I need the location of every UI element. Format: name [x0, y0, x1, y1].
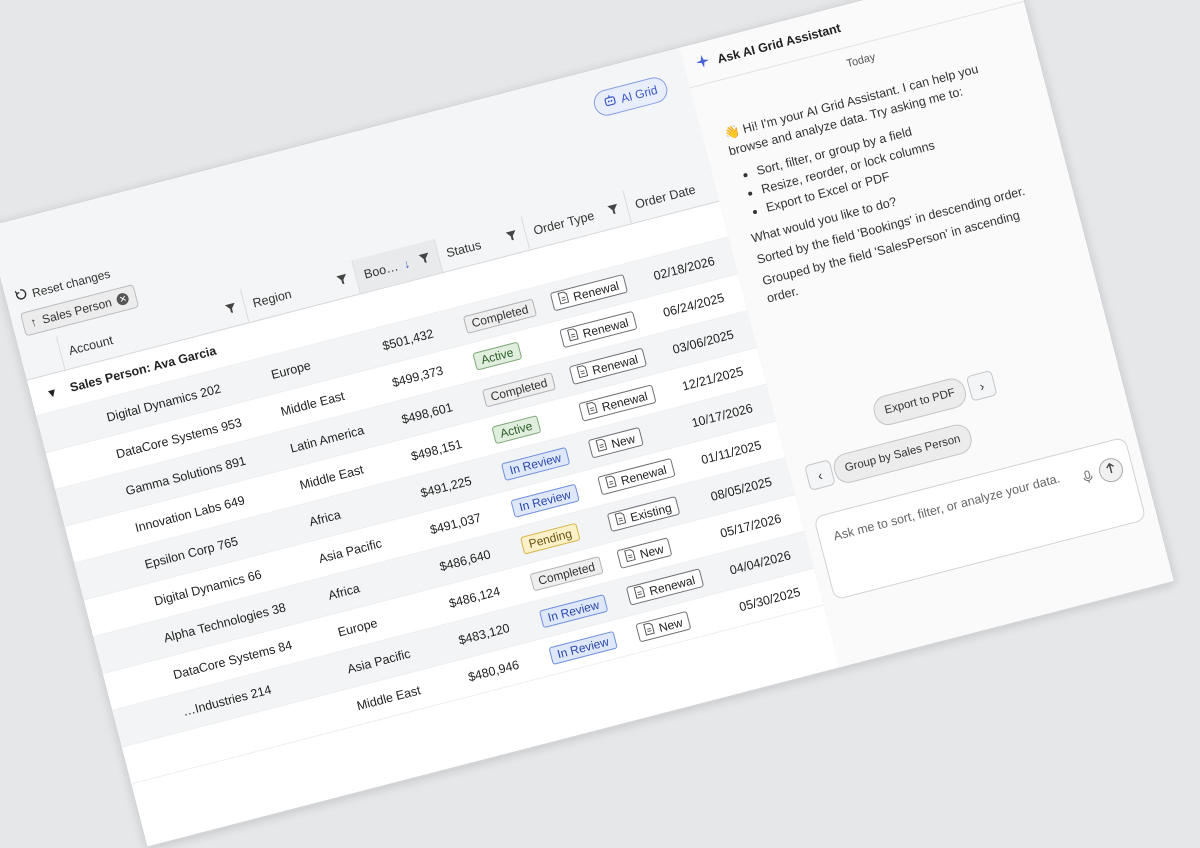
order-type-label: Renewal — [647, 572, 697, 598]
status-badge: Active — [472, 341, 522, 371]
order-type-label: Renewal — [590, 351, 640, 378]
document-icon — [643, 622, 656, 639]
order-type-badge: New — [635, 610, 692, 643]
document-icon — [614, 511, 627, 528]
status-badge: Pending — [519, 522, 581, 555]
ai-grid-button[interactable]: AI Grid — [590, 74, 671, 119]
status-badge: Active — [491, 414, 541, 444]
document-icon — [605, 475, 618, 492]
status-badge: In Review — [548, 630, 618, 665]
sparkle-icon — [694, 53, 712, 73]
app-window: AI Grid Reset changes ↑ Sales Person ✕ A… — [0, 0, 1175, 848]
order-type-badge: New — [616, 537, 673, 569]
filter-icon[interactable] — [505, 229, 519, 245]
suggestions-next-button[interactable]: › — [965, 369, 998, 402]
document-icon — [586, 401, 599, 418]
suggestion-group-by-sales-person[interactable]: Group by Sales Person — [830, 421, 975, 486]
filter-icon[interactable] — [224, 302, 238, 318]
ai-assistant-title: Ask AI Grid Assistant — [715, 20, 843, 66]
document-icon — [567, 327, 580, 344]
column-header-bookings-label: Boo… — [362, 259, 400, 282]
status-badge: In Review — [538, 593, 608, 628]
ai-grid-label: AI Grid — [619, 82, 659, 106]
ai-robot-icon — [602, 92, 619, 111]
order-type-label: New — [638, 541, 666, 561]
remove-group-icon[interactable]: ✕ — [115, 291, 131, 307]
column-header-order-type-label: Order Type — [531, 208, 596, 238]
document-icon — [595, 438, 608, 455]
column-header-account-label: Account — [67, 333, 115, 358]
document-icon — [624, 548, 637, 565]
document-icon — [576, 364, 589, 381]
order-type-label: New — [657, 614, 685, 635]
status-badge: In Review — [510, 483, 580, 518]
filter-icon[interactable] — [418, 252, 432, 268]
order-type-label: Renewal — [571, 278, 621, 304]
microphone-icon[interactable] — [1081, 469, 1095, 490]
filter-icon[interactable] — [336, 273, 350, 289]
sort-descending-icon: ↓ — [401, 256, 412, 272]
order-type-label: Renewal — [619, 462, 668, 488]
order-type-label: New — [609, 431, 637, 451]
order-type-label: Renewal — [600, 388, 649, 414]
document-icon — [557, 291, 570, 308]
suggestions-prev-button[interactable]: ‹ — [804, 459, 836, 491]
suggestion-export-pdf[interactable]: Export to PDF — [870, 375, 970, 429]
document-icon — [633, 585, 646, 602]
arrow-up-icon — [1104, 460, 1118, 480]
order-type-label: Renewal — [581, 314, 630, 341]
reset-icon — [14, 287, 29, 305]
filter-icon[interactable] — [607, 203, 621, 219]
column-header-status-label: Status — [444, 237, 483, 261]
order-type-label: Existing — [628, 500, 673, 525]
send-button[interactable] — [1096, 455, 1126, 485]
sort-ascending-icon: ↑ — [28, 314, 39, 330]
order-type-badge: New — [587, 426, 644, 459]
group-chip-label: Sales Person — [40, 295, 114, 327]
status-badge: In Review — [500, 446, 570, 481]
column-header-order-date-label: Order Date — [633, 182, 697, 212]
column-header-region-label: Region — [251, 286, 294, 311]
